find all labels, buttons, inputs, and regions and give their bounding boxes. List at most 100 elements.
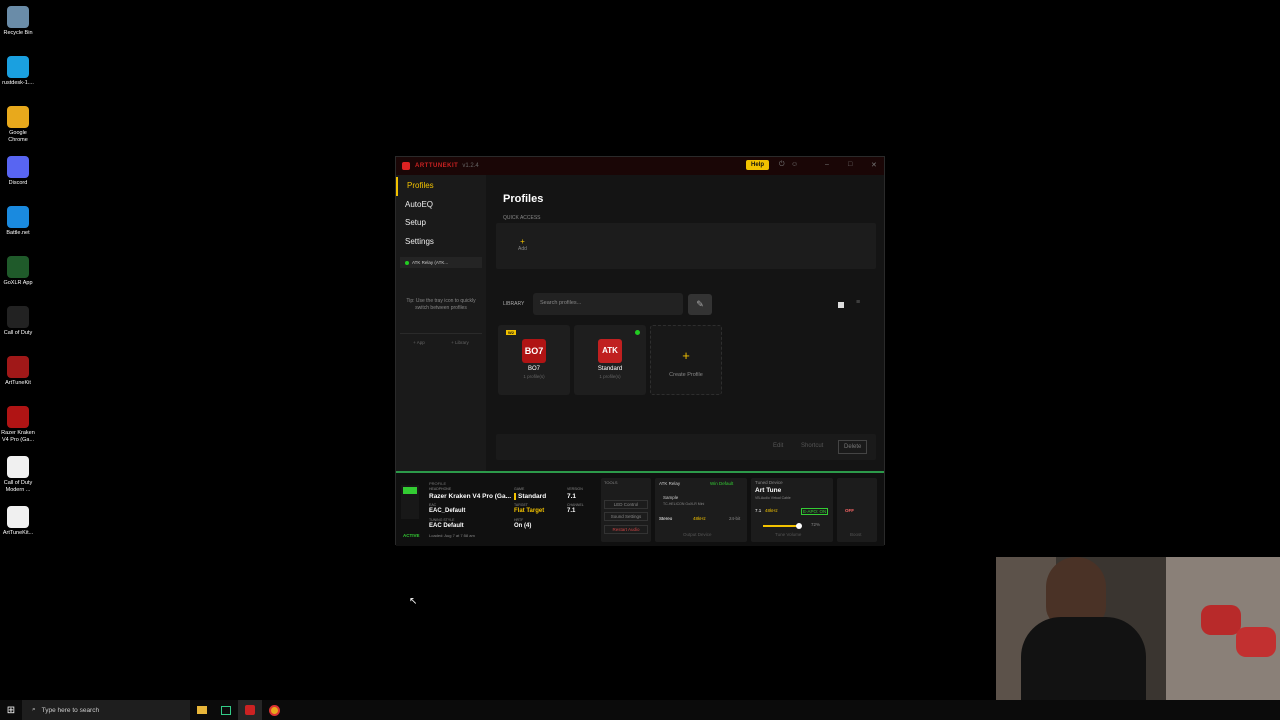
desktop-icon[interactable]: Battle.net — [0, 206, 36, 237]
card-name: Standard — [597, 366, 623, 372]
create-profile-label: Create Profile — [669, 372, 703, 378]
desktop-icon[interactable]: Discord — [0, 156, 36, 187]
card-subtitle: 1 profile(s) — [599, 374, 621, 379]
card-name: BO7 — [527, 366, 540, 372]
eapo-badge: E-APO: ON — [801, 508, 829, 515]
desktop-icon[interactable]: Call of Duty Modern ... — [0, 456, 36, 494]
sidebar-item-profiles[interactable]: Profiles — [396, 177, 486, 196]
tuned-channels: 7.1 — [755, 508, 762, 513]
app-version: v1.2.4 — [462, 163, 479, 169]
game-label: GAME — [514, 487, 525, 491]
busy-cursor-icon: ↖ — [409, 596, 418, 607]
action-bar: Edit Shortcut Delete — [496, 434, 876, 460]
stereo-label: Stereo — [659, 516, 673, 521]
arttunekit-taskbar-icon[interactable] — [238, 700, 262, 720]
relay-status[interactable]: ATK Relay (ATK... — [400, 257, 482, 269]
desktop-icon[interactable]: rustdesk-1.... — [0, 56, 36, 87]
edit-button[interactable]: Edit — [768, 440, 788, 452]
chrome-taskbar-icon[interactable] — [262, 700, 286, 720]
card-badge: W2 — [506, 330, 516, 335]
plus-icon: + — [520, 237, 525, 246]
boost-panel: OFF Boost — [837, 478, 877, 542]
power-icon[interactable]: ⏻ — [779, 161, 785, 169]
sidebar-item-autoeq[interactable]: AutoEQ — [396, 196, 486, 215]
sample-device: TC-HELICON GoXLR Mini — [663, 502, 705, 506]
desktop-app-icon — [7, 406, 29, 428]
profile-card-standard[interactable]: ATK Standard 1 profile(s) — [574, 325, 646, 395]
status-strip: ACTIVE PROFILE HEADPHONE Razer Kraken V4… — [396, 471, 884, 546]
sidebar-item-settings[interactable]: Settings — [396, 233, 486, 252]
file-explorer-icon[interactable] — [190, 700, 214, 720]
desktop-icon[interactable]: ArtTuneKit... — [0, 506, 36, 537]
desktop-icon-label: GoXLR App — [3, 280, 33, 286]
level-meter — [401, 485, 419, 519]
add-library-button[interactable]: + Library — [451, 340, 469, 345]
quick-add-label: Add — [518, 246, 527, 252]
tuned-device-panel: Tuned Device Art Tune VB-Audio Virtual C… — [751, 478, 833, 542]
tune-volume-slider[interactable] — [763, 525, 799, 527]
relay-label: ATK Relay (ATK... — [412, 260, 449, 266]
channel-value: 7.1 — [567, 508, 576, 514]
desktop-icon[interactable]: Google Chrome — [0, 106, 36, 144]
search-icon: ⌕ — [32, 706, 36, 713]
shortcut-button[interactable]: Shortcut — [796, 440, 828, 452]
desktop-icon[interactable]: Razer Kraken V4 Pro (Ga... — [0, 406, 36, 444]
desktop-app-icon — [7, 306, 29, 328]
magic-wand-icon[interactable]: ✎ — [688, 294, 712, 315]
tray-tip: Tip: Use the tray icon to quickly switch… — [406, 298, 476, 311]
help-button[interactable]: Help — [746, 160, 770, 170]
desktop-icon-label: ArtTuneKit... — [2, 530, 34, 536]
desktop-icon[interactable]: Call of Duty — [0, 306, 36, 337]
version-value: 7.1 — [567, 493, 577, 500]
win-default-label[interactable]: Win Default — [710, 481, 733, 486]
minimize-icon[interactable]: – — [825, 161, 829, 168]
user-icon[interactable]: ☺ — [791, 161, 798, 168]
relay-label: ATK Relay — [659, 481, 681, 486]
search-input[interactable]: Search profiles... — [533, 293, 683, 315]
delete-button[interactable]: Delete — [838, 440, 868, 454]
profile-section-label: PROFILE — [429, 481, 447, 486]
desktop-icon[interactable]: Recycle Bin — [0, 6, 36, 37]
desktop-app-icon — [7, 356, 29, 378]
led-control-button[interactable]: LED Control — [604, 500, 648, 509]
windows-start-icon[interactable]: ⊞ — [0, 700, 22, 720]
tools-label: TOOLS — [604, 480, 618, 485]
tuned-device-name: Art Tune — [755, 487, 782, 494]
desktop-app-icon — [7, 206, 29, 228]
create-profile-button[interactable]: + Create Profile — [650, 325, 722, 395]
sample-label[interactable]: Sample — [663, 495, 678, 500]
desktop-icon[interactable]: GoXLR App — [0, 256, 36, 287]
maximize-icon[interactable]: □ — [848, 161, 852, 168]
output-device-label: Output Device — [683, 532, 712, 537]
sound-settings-button[interactable]: Sound Settings — [604, 512, 648, 521]
desktop-icon[interactable]: ArtTuneKit — [0, 356, 36, 387]
close-icon[interactable]: ✕ — [871, 161, 877, 169]
sidebar-bottom-buttons: + App + Library — [400, 333, 482, 345]
tune-volume-label: Tune Volume — [775, 532, 802, 537]
title-bar[interactable]: ARTTUNEKIT v1.2.4 Help ⏻ ☺ – □ ✕ — [396, 157, 884, 175]
desktop-app-icon — [7, 506, 29, 528]
arttunekit-window: ARTTUNEKIT v1.2.4 Help ⏻ ☺ – □ ✕ Profile… — [395, 156, 885, 546]
desktop-app-icon — [7, 56, 29, 78]
grid-view-icon[interactable] — [838, 302, 844, 308]
headphone-value: Razer Kraken V4 Pro (Ga... — [429, 493, 512, 500]
taskbar-search-input[interactable]: ⌕ Type here to search — [22, 700, 190, 720]
quick-add-button[interactable]: + Add — [518, 237, 527, 252]
tuned-rate: 48kHz — [765, 508, 778, 513]
slider-knob[interactable] — [796, 523, 802, 529]
sidebar-item-setup[interactable]: Setup — [396, 214, 486, 233]
rate-label: 48kHz — [693, 516, 706, 521]
game-value: Standard — [514, 493, 546, 500]
add-app-button[interactable]: + App — [413, 340, 425, 345]
off-label[interactable]: OFF — [845, 508, 854, 513]
taskbar: ⊞ ⌕ Type here to search — [0, 700, 1280, 720]
headphone-label: HEADPHONE — [429, 487, 452, 491]
restart-audio-button[interactable]: Restart Audio — [604, 525, 648, 534]
profile-card-bo7[interactable]: W2 BO7 BO7 1 profile(s) — [498, 325, 570, 395]
hrtf-label: HRTF — [514, 518, 524, 522]
desktop-icon-label: Recycle Bin — [3, 30, 33, 36]
goxlr-taskbar-icon[interactable] — [214, 700, 238, 720]
list-view-icon[interactable]: ≡ — [856, 299, 860, 306]
desktop-icon-label: Discord — [8, 180, 28, 186]
desktop-app-icon — [7, 106, 29, 128]
